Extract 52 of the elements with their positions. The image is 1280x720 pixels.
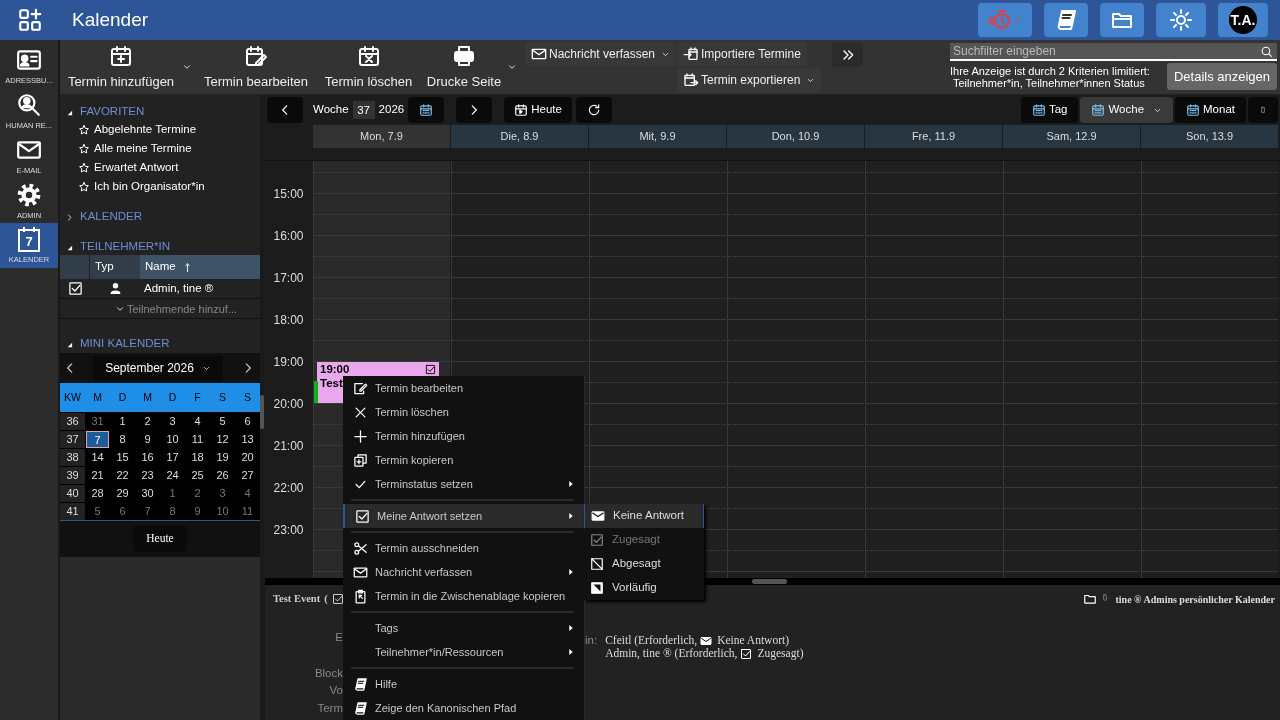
attendee-text: Cfeitl (Erforderlich, [605, 632, 698, 648]
hour-label: 22:00 [273, 480, 304, 497]
field-label: E [335, 629, 343, 645]
weekday-label: M [92, 389, 103, 405]
weekday-label: F [193, 389, 202, 405]
field-label: in: [585, 633, 598, 648]
avatar-initials: T.A. [1229, 6, 1257, 34]
hour-label: 19:00 [273, 354, 304, 371]
week-number: 37 [60, 430, 85, 448]
weekday-label: D [167, 389, 178, 405]
weekday-label: M [142, 389, 153, 405]
weekday-label: KW [63, 389, 82, 405]
filter-notice: Teilnehmer*in, Teilnehmer*innen Status [952, 76, 1146, 89]
hour-label: 15:00 [273, 186, 304, 203]
day-header: Fre, 11.9 [865, 125, 1002, 148]
day-header: Sam, 12.9 [1003, 125, 1140, 148]
week-number: 41 [60, 502, 85, 520]
attendee-name: Admin, tine ® [143, 280, 214, 296]
attendee-status: Zugesagt) [757, 646, 804, 662]
week-label: Woche [313, 102, 349, 118]
filter-notice: Ihre Anzeige ist durch 2 Kriterien limitiert: [950, 64, 1150, 77]
field-label: Term [317, 700, 343, 716]
field-label: Vo [329, 682, 343, 698]
week-number: 36 [60, 412, 85, 430]
weekday-label: S [243, 389, 252, 405]
hour-label: 20:00 [273, 396, 304, 413]
attendee-text: Admin, tine ® (Erforderlich, [605, 646, 738, 662]
event-time: 19:00 [320, 362, 350, 376]
app-title: Kalender [72, 7, 149, 32]
event-title: Test Event [273, 592, 321, 606]
hour-label: 21:00 [273, 438, 304, 455]
calendar-day-number: 7 [18, 234, 40, 252]
hour-label: 23:00 [273, 522, 304, 539]
hour-label: 17:00 [273, 270, 304, 287]
day-header: Son, 13.9 [1141, 125, 1278, 148]
field-label: Block [314, 665, 343, 681]
week-number: 40 [60, 484, 85, 502]
day-header: Die, 8.9 [451, 125, 588, 148]
paren: ( [324, 592, 328, 606]
hour-label: 18:00 [273, 312, 304, 329]
week-number: 38 [60, 448, 85, 466]
calendar-name: tine ® Admins persönlicher Kalender [1115, 593, 1275, 607]
day-header: Mon, 7.9 [313, 125, 450, 148]
attendee-status: Keine Antwort) [717, 632, 789, 648]
event-title: Test [320, 376, 343, 390]
hour-label: 16:00 [273, 228, 304, 245]
week-number: 39 [60, 466, 85, 484]
day-header: Mit, 9.9 [589, 125, 726, 148]
day-header: Don, 10.9 [727, 125, 864, 148]
weekday-label: D [117, 389, 128, 405]
weekday-label: S [218, 389, 227, 405]
year-label: 2026 [378, 102, 405, 118]
